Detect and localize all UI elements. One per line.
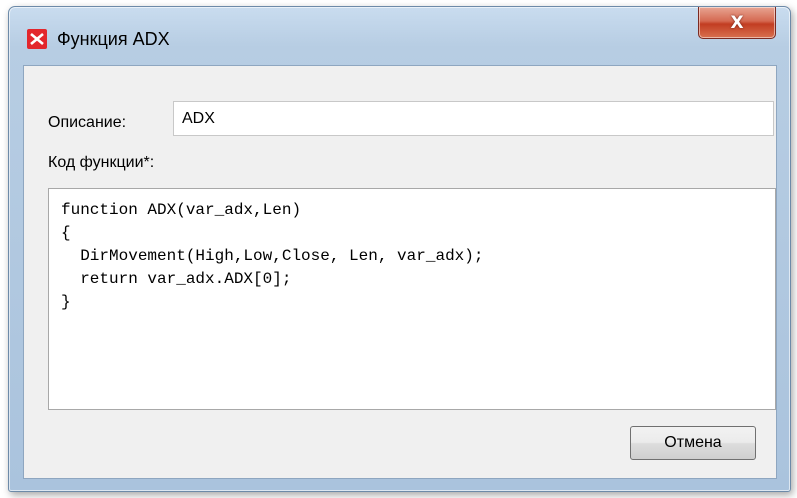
window-title: Функция ADX <box>57 29 170 49</box>
close-button[interactable]: X <box>698 7 776 39</box>
close-icon: X <box>730 12 744 33</box>
dialog-window: Функция ADX X Описание: Код функции*: fu… <box>8 6 791 492</box>
function-code-editor[interactable]: function ADX(var_adx,Len) { DirMovement(… <box>48 188 776 410</box>
app-logo-icon <box>27 29 47 49</box>
title-bar[interactable]: Функция ADX X <box>9 7 790 63</box>
cancel-button[interactable]: Отмена <box>630 426 756 460</box>
description-label: Описание: <box>48 114 127 131</box>
dialog-content: Описание: Код функции*: function ADX(var… <box>23 65 777 479</box>
function-code-label: Код функции*: <box>48 154 155 171</box>
description-input[interactable] <box>173 101 774 136</box>
